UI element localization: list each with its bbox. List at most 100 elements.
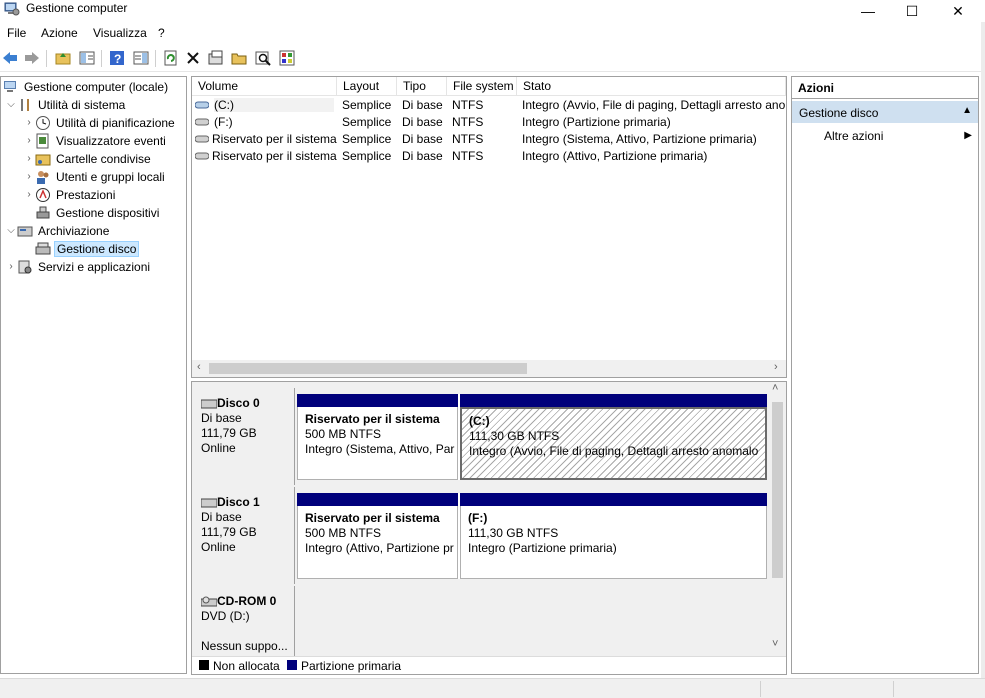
chevron-right-icon[interactable]: › — [23, 171, 35, 182]
more-actions-item[interactable]: Altre azioni ▶ — [792, 127, 978, 145]
disk-state: Nessun suppo... — [201, 639, 288, 653]
window-border — [981, 22, 985, 678]
chevron-down-icon[interactable]: ⌵ — [5, 225, 17, 236]
scroll-left-icon[interactable]: ‹ — [197, 361, 201, 373]
legend-primary-swatch — [287, 660, 297, 670]
volume-name: (C:) — [214, 98, 334, 112]
scroll-up-icon[interactable]: ˄ — [772, 382, 778, 394]
back-button[interactable] — [0, 48, 20, 68]
drive-icon — [195, 101, 209, 109]
delete-button[interactable] — [183, 48, 203, 68]
column-header-filesystem[interactable]: File system — [447, 77, 517, 96]
partition-status: Integro (Partizione primaria) — [468, 541, 617, 555]
table-row[interactable]: Riservato per il sistema Semplice Di bas… — [192, 131, 786, 148]
tree-item-disk-management[interactable]: Gestione disco — [35, 240, 140, 257]
settings-button[interactable] — [277, 48, 297, 68]
volume-status: Integro (Partizione primaria) — [522, 115, 671, 129]
minimize-button[interactable]: — — [845, 0, 891, 22]
table-row[interactable]: (C:) Semplice Di base NTFS Integro (Avvi… — [192, 97, 786, 114]
disk-1-label[interactable]: Disco 1 Di base 111,79 GB Online — [194, 487, 295, 584]
actions-pane: Azioni Gestione disco ▲ Altre azioni ▶ — [791, 76, 979, 674]
disk-0-label[interactable]: Disco 0 Di base 111,79 GB Online — [194, 388, 295, 485]
partition-f[interactable]: (F:) 111,30 GB NTFS Integro (Partizione … — [460, 493, 767, 579]
performance-icon — [36, 187, 50, 202]
partition-system-reserved[interactable]: Riservato per il sistema 500 MB NTFS Int… — [297, 394, 458, 480]
chevron-right-icon[interactable]: › — [23, 153, 35, 164]
scroll-right-icon[interactable]: › — [774, 361, 778, 373]
drive-icon — [195, 152, 209, 160]
column-header-layout[interactable]: Layout — [337, 77, 397, 96]
tree-item-system-tools[interactable]: ⌵ Utilità di sistema — [5, 96, 127, 113]
column-header-volume[interactable]: Volume — [192, 77, 337, 96]
volume-type: Di base — [402, 98, 443, 112]
tree-label-services-apps: Servizi e applicazioni — [38, 259, 151, 274]
disk-type: Di base — [201, 510, 242, 524]
chevron-right-icon[interactable]: › — [5, 261, 17, 272]
tree-item-storage[interactable]: ⌵ Archiviazione — [5, 222, 111, 239]
scrollbar-thumb[interactable] — [209, 363, 527, 374]
chevron-right-icon[interactable]: › — [23, 189, 35, 200]
collapse-icon[interactable]: ▲ — [962, 105, 972, 116]
menu-view[interactable]: Visualizza — [93, 26, 147, 40]
scroll-down-icon[interactable]: ˅ — [772, 638, 778, 650]
chevron-right-icon[interactable]: › — [23, 135, 35, 146]
event-viewer-icon — [36, 133, 49, 148]
horizontal-scrollbar[interactable]: ‹ › — [192, 360, 786, 377]
disk-management-icon — [35, 242, 51, 254]
search-button[interactable] — [253, 48, 273, 68]
volume-layout: Semplice — [342, 132, 392, 146]
vertical-scrollbar[interactable]: ˄ ˅ — [769, 382, 786, 656]
partition-size: 500 MB NTFS — [305, 526, 382, 540]
forward-button[interactable] — [22, 48, 42, 68]
tree-label-device-manager: Gestione dispositivi — [56, 205, 160, 220]
properties-button[interactable] — [206, 48, 226, 68]
refresh-button[interactable] — [161, 48, 181, 68]
menu-help[interactable]: ? — [158, 26, 165, 40]
chevron-down-icon[interactable]: ⌵ — [5, 99, 17, 110]
scrollbar-thumb[interactable] — [772, 402, 783, 578]
tree-item-task-scheduler[interactable]: › Utilità di pianificazione — [23, 114, 177, 131]
maximize-button[interactable]: ☐ — [889, 0, 935, 22]
disk-size: 111,79 GB — [201, 426, 257, 440]
menu-bar: File Azione Visualizza ? — [0, 24, 985, 44]
show-hide-tree-button[interactable] — [77, 48, 97, 68]
disk-size: 111,79 GB — [201, 525, 257, 539]
table-row[interactable]: Riservato per il sistema Semplice Di bas… — [192, 148, 786, 165]
disk-type: Di base — [201, 411, 242, 425]
tree-item-shared-folders[interactable]: › Cartelle condivise — [23, 150, 153, 167]
tree-item-event-viewer[interactable]: › Visualizzatore eventi — [23, 132, 168, 149]
table-row[interactable]: (F:) Semplice Di base NTFS Integro (Part… — [192, 114, 786, 131]
partition-system-reserved[interactable]: Riservato per il sistema 500 MB NTFS Int… — [297, 493, 458, 579]
up-button[interactable] — [53, 48, 73, 68]
tree-label-event-viewer: Visualizzatore eventi — [56, 133, 166, 148]
partition-status: Integro (Attivo, Partizione pr — [305, 541, 454, 555]
column-header-type[interactable]: Tipo — [397, 77, 447, 96]
tree-label-storage: Archiviazione — [38, 223, 110, 238]
volume-name: Riservato per il sistema — [212, 132, 337, 146]
tree-label-local-users: Utenti e gruppi locali — [56, 169, 165, 184]
chevron-right-icon[interactable]: › — [23, 117, 35, 128]
partition-status: Integro (Avvio, File di paging, Dettagli… — [469, 444, 759, 458]
tree-item-services-apps[interactable]: › Servizi e applicazioni — [5, 258, 152, 275]
menu-action[interactable]: Azione — [41, 26, 78, 40]
help-button[interactable]: ? — [107, 48, 127, 68]
actions-section-disk-management[interactable]: Gestione disco ▲ — [792, 101, 978, 123]
toolbar: ? — [0, 46, 985, 72]
disk-name: Disco 0 — [217, 396, 260, 410]
partition-size: 111,30 GB NTFS — [468, 526, 559, 540]
column-header-status[interactable]: Stato — [517, 77, 786, 96]
menu-file[interactable]: File — [7, 26, 26, 40]
up-folder-icon — [55, 53, 71, 65]
tree-item-root[interactable]: Gestione computer (locale) — [3, 78, 170, 95]
close-button[interactable]: ✕ — [935, 0, 981, 22]
open-button[interactable] — [229, 48, 249, 68]
legend-unallocated-swatch — [199, 660, 209, 670]
tree-item-device-manager[interactable]: Gestione dispositivi — [35, 204, 161, 221]
cdrom-0-label[interactable]: CD-ROM 0 DVD (D:) Nessun suppo... — [194, 586, 295, 656]
properties-pane-button[interactable] — [131, 48, 151, 68]
open-icon — [231, 53, 247, 65]
tree-item-performance[interactable]: › Prestazioni — [23, 186, 117, 203]
tree-item-local-users[interactable]: › Utenti e gruppi locali — [23, 168, 167, 185]
partition-c[interactable]: (C:) 111,30 GB NTFS Integro (Avvio, File… — [460, 394, 767, 480]
partition-size: 500 MB NTFS — [305, 427, 382, 441]
